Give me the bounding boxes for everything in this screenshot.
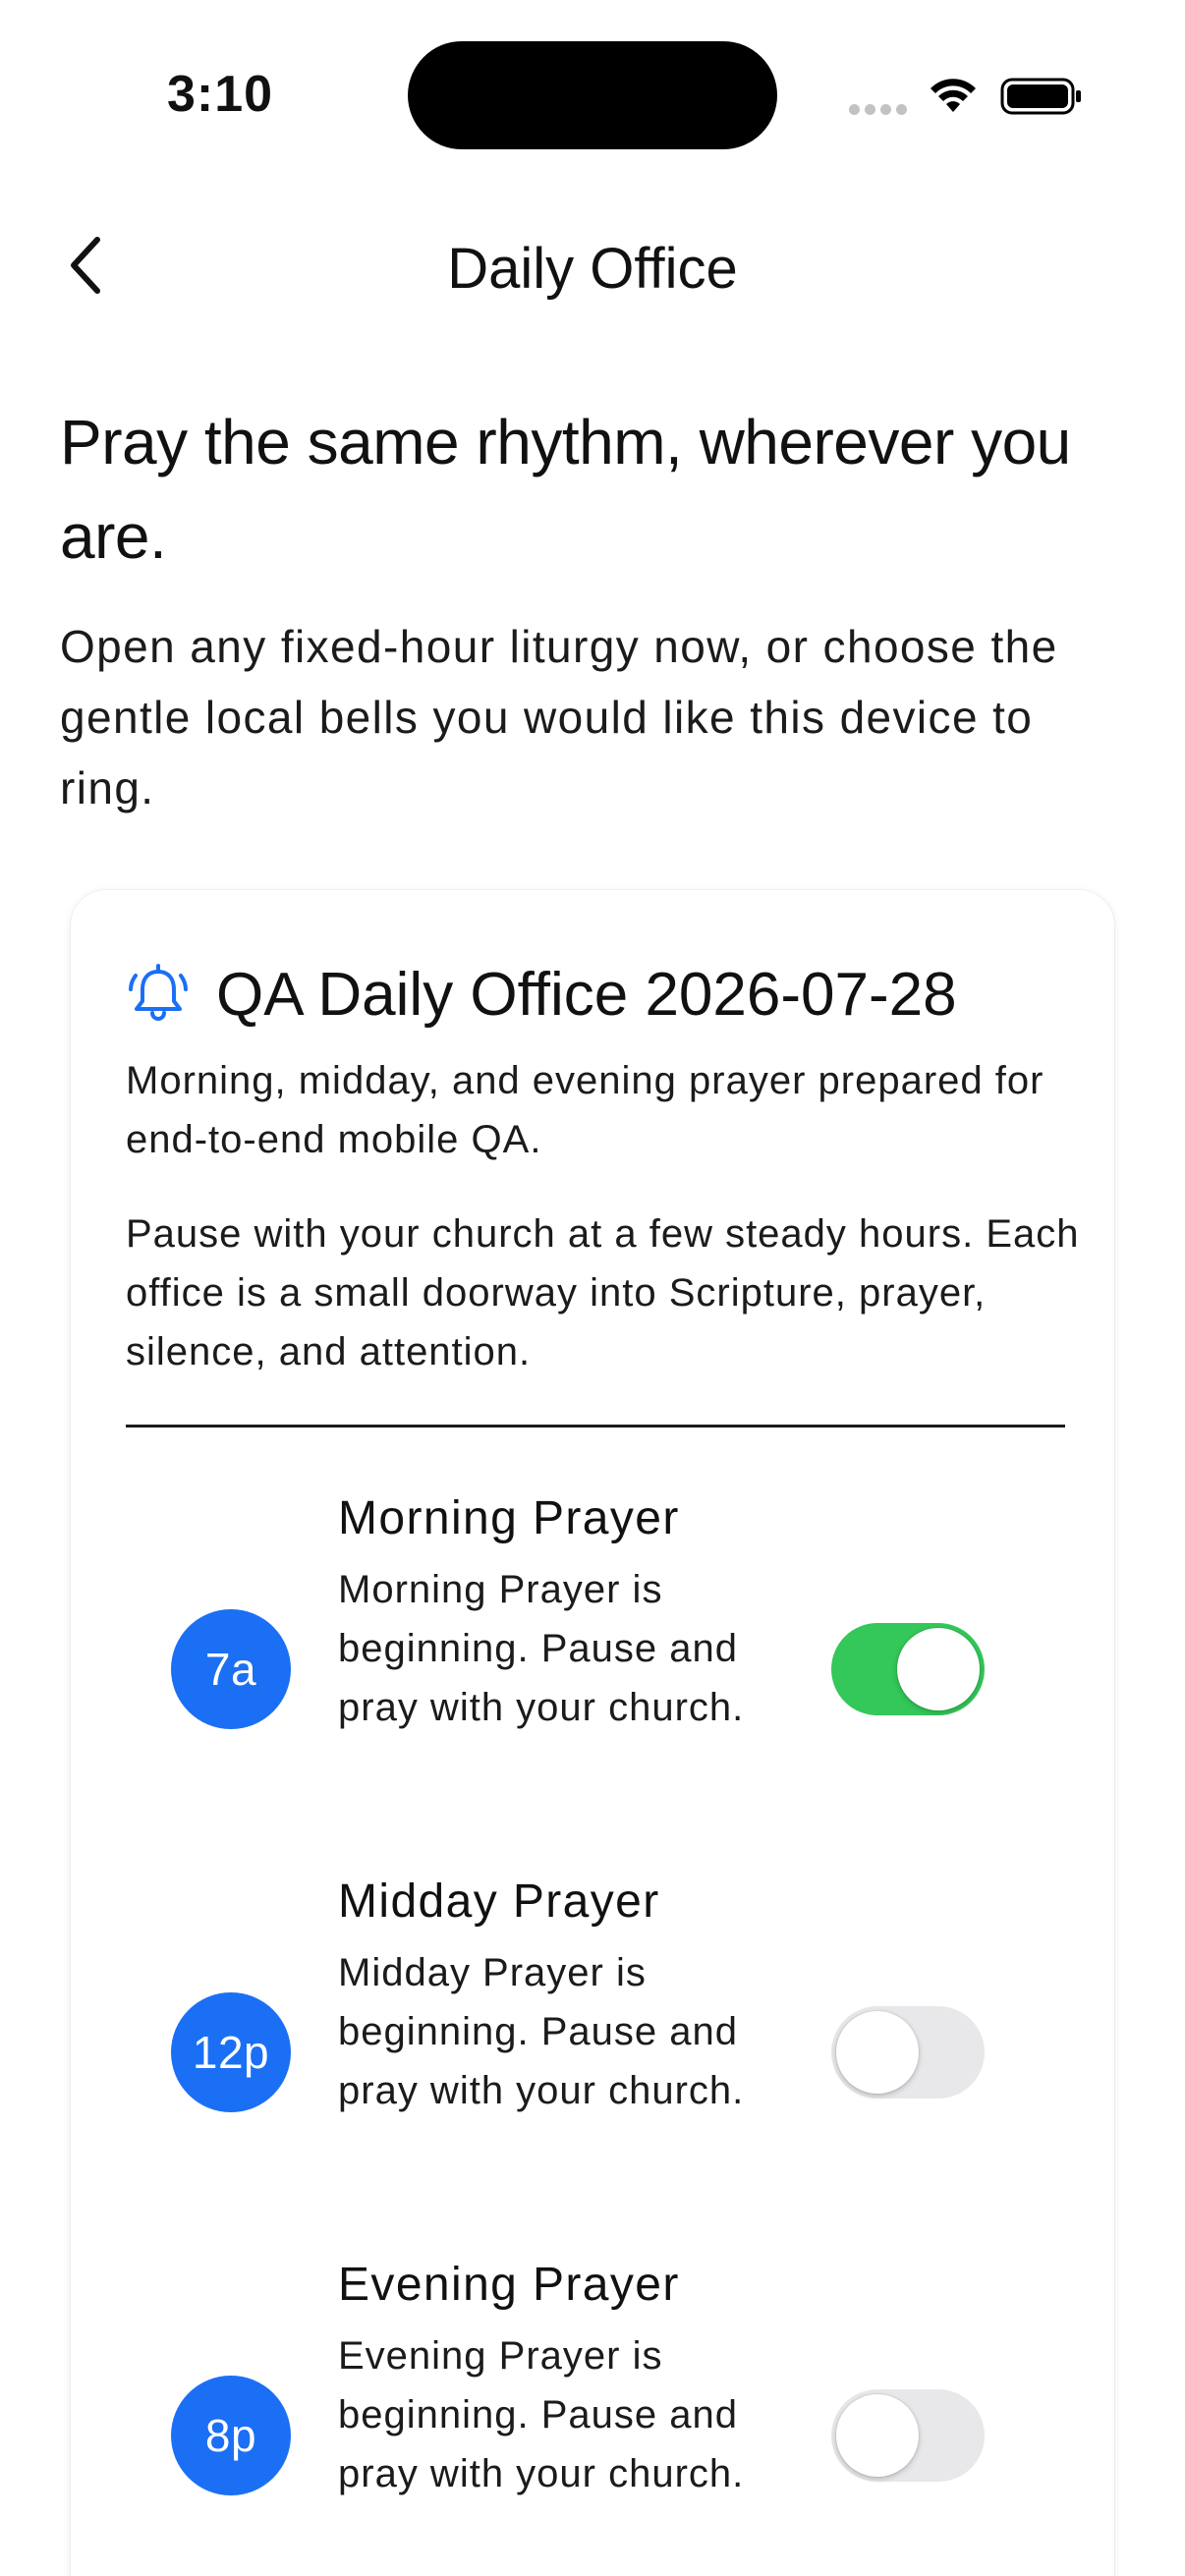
card-title: QA Daily Office 2026-07-28: [216, 960, 957, 1029]
wifi-icon: [931, 79, 976, 112]
battery-icon: [1000, 78, 1081, 115]
office-message: Evening Prayer is beginning. Pause and p…: [338, 2334, 745, 2495]
office-row-morning: 7a Morning Prayer Morning Prayer is begi…: [71, 1491, 1114, 1806]
office-message: Midday Prayer is beginning. Pause and pr…: [338, 1951, 745, 2112]
card-header: QA Daily Office 2026-07-28: [126, 955, 957, 1034]
office-name: Evening Prayer: [338, 2259, 680, 2311]
daily-office-card: QA Daily Office 2026-07-28 Morning, midd…: [71, 890, 1114, 2576]
hour-badge: 7a: [171, 1609, 291, 1729]
toggle-knob: [836, 2394, 919, 2477]
daily-office-screen: 3:10 Daily Office Pray the same rhythm, …: [0, 0, 1185, 2576]
divider: [126, 1425, 1065, 1428]
card-description: Pause with your church at a few steady h…: [126, 1212, 1080, 1373]
office-row-midday: 12p Midday Prayer Midday Prayer is begin…: [71, 1875, 1114, 2189]
morning-prayer-toggle[interactable]: [831, 1623, 985, 1715]
page-title: Daily Office: [447, 237, 738, 301]
status-bar: 3:10: [0, 0, 1185, 167]
midday-prayer-toggle[interactable]: [831, 2006, 985, 2099]
hour-badge: 12p: [171, 1992, 291, 2112]
toggle-knob: [836, 2011, 919, 2094]
intro-heading: Pray the same rhythm, wherever you are.: [60, 407, 1071, 572]
toggle-knob: [897, 1628, 980, 1710]
office-name: Midday Prayer: [338, 1876, 660, 1928]
office-name: Morning Prayer: [338, 1492, 680, 1544]
navigation-bar: Daily Office: [0, 196, 1185, 334]
office-message: Morning Prayer is beginning. Pause and p…: [338, 1568, 745, 1729]
office-row-evening: 8p Evening Prayer Evening Prayer is begi…: [71, 2258, 1114, 2572]
card-subtitle: Morning, midday, and evening prayer prep…: [126, 1059, 1044, 1161]
intro-body: Open any fixed-hour liturgy now, or choo…: [60, 621, 1058, 813]
hour-badge: 8p: [171, 2376, 291, 2495]
evening-prayer-toggle[interactable]: [831, 2389, 985, 2482]
status-time: 3:10: [167, 66, 274, 123]
cellular-signal-icon: [849, 104, 908, 116]
bell-ringing-icon: [129, 964, 188, 1021]
dynamic-island: [408, 41, 777, 149]
